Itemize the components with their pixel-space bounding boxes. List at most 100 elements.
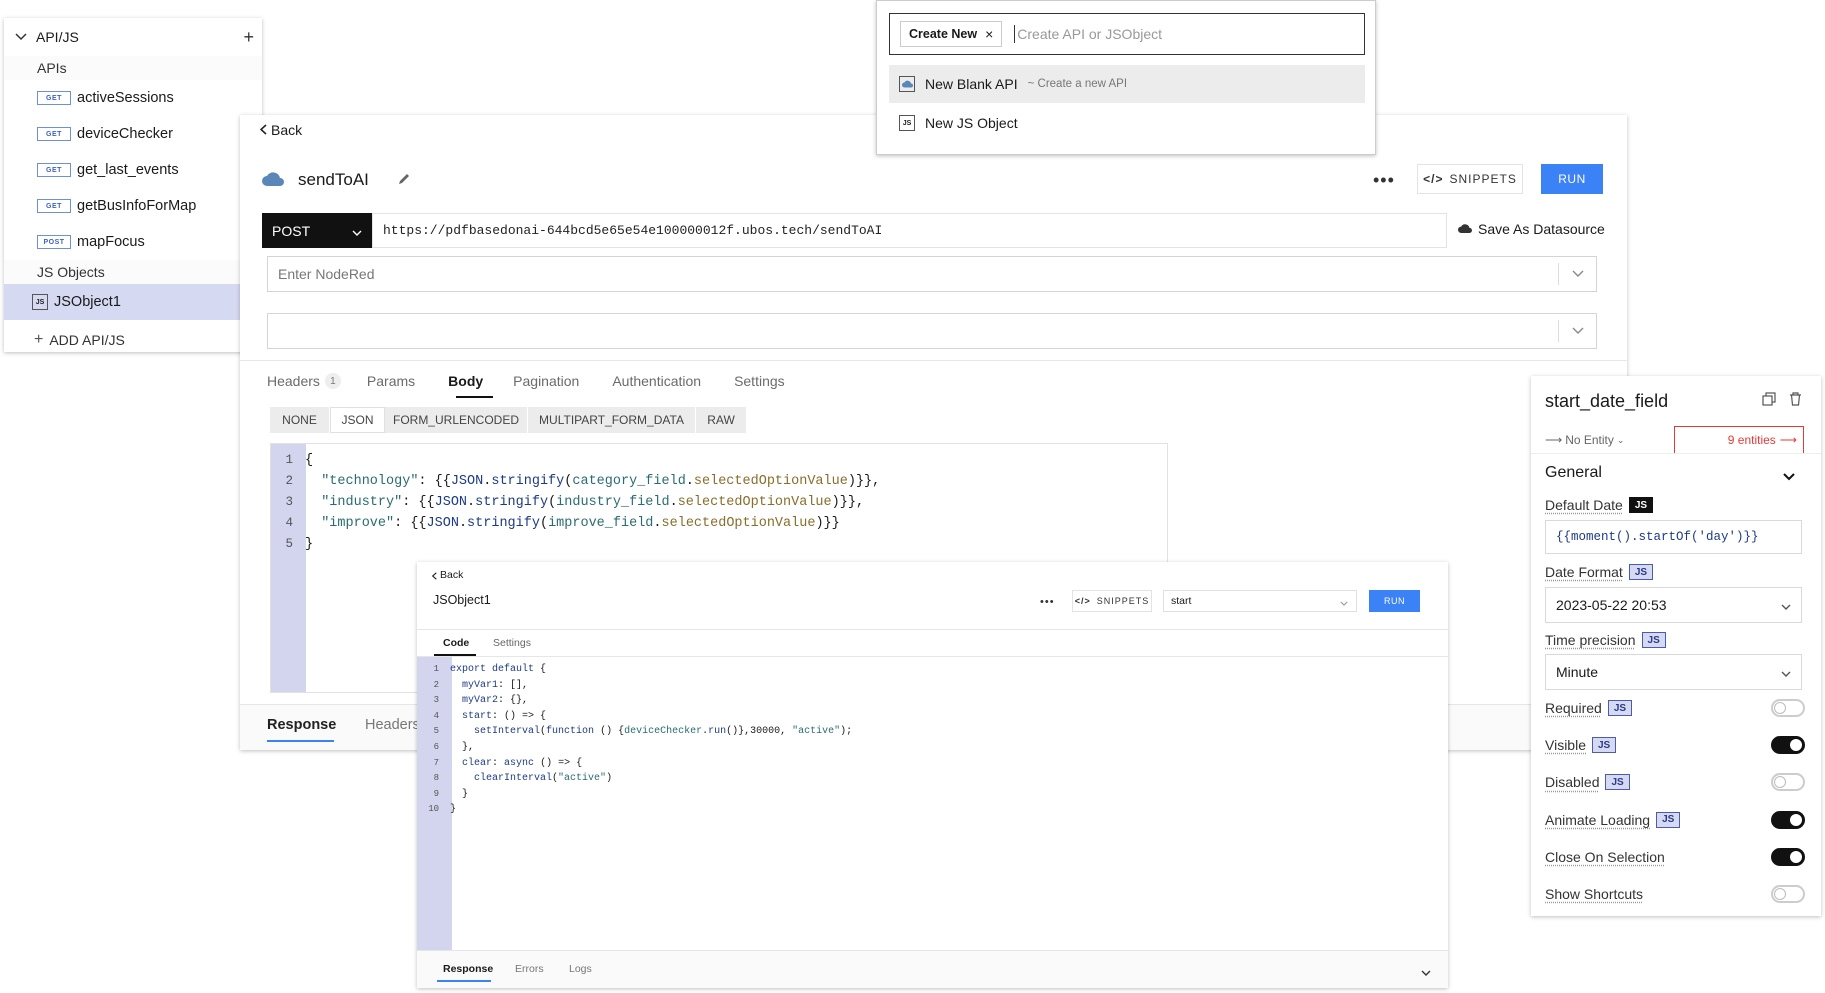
back-link[interactable]: Back — [431, 567, 463, 583]
toggle-switch[interactable] — [1771, 847, 1805, 866]
entity-selector[interactable]: ⟶ No Entity ⌄ — [1545, 433, 1624, 447]
snippets-button[interactable]: </> SNIPPETS — [1072, 590, 1152, 612]
tab-response-headers[interactable]: Headers — [365, 717, 420, 733]
tab-response[interactable]: Response — [443, 963, 493, 975]
body-type-form-urlencoded[interactable]: FORM_URLENCODED — [385, 407, 528, 433]
js-toggle[interactable]: JS — [1592, 737, 1617, 754]
code-line: 1 export default { — [417, 662, 852, 678]
http-method-badge: GET — [37, 127, 71, 141]
code-text: start: () => { — [462, 710, 547, 722]
toggle-switch[interactable] — [1771, 773, 1805, 792]
js-object-name[interactable]: JSObject1 — [433, 593, 491, 607]
js-code-editor[interactable]: 1 export default {2 myVar1: [], 3 myVar2: … — [417, 656, 1448, 950]
tab-response[interactable]: Response — [267, 717, 336, 733]
delete-icon[interactable] — [1789, 392, 1802, 409]
add-icon[interactable]: + — [243, 27, 254, 48]
sidebar-item-getBusInfoForMap[interactable]: GET getBusInfoForMap — [4, 188, 262, 224]
sidebar-item-get_last_events[interactable]: GET get_last_events — [4, 152, 262, 188]
code-line: 5 setInterval(function () {deviceChecker… — [417, 724, 853, 740]
option-new-js-object[interactable]: JS New JS Object — [889, 104, 1365, 142]
back-link[interactable]: Back — [259, 122, 303, 138]
snippets-button[interactable]: </> SNIPPETS — [1417, 164, 1523, 194]
js-toggle-default-date[interactable]: JS — [1628, 497, 1654, 513]
code-text: "technology": {{JSON.stringify(category_… — [321, 474, 881, 489]
tab-settings[interactable]: Settings — [493, 637, 531, 649]
tab-params[interactable]: Params — [367, 373, 415, 389]
code-text: setInterval(function () {deviceChecker.r… — [474, 726, 853, 738]
toggle-knob — [1774, 702, 1786, 714]
js-toggle-date-format[interactable]: JS — [1628, 564, 1654, 580]
sidebar-item-deviceChecker[interactable]: GET deviceChecker — [4, 116, 262, 152]
datasource-placeholder: Enter NodeRed — [278, 266, 375, 282]
toggle-switch[interactable] — [1771, 810, 1805, 829]
chevron-down-icon[interactable] — [1783, 468, 1795, 484]
js-toggle-time-precision[interactable]: JS — [1641, 632, 1666, 648]
js-toggle[interactable]: JS — [1605, 774, 1630, 791]
url-input[interactable]: https://pdfbasedonai-644bcd5e65e54e10000… — [372, 213, 1447, 248]
toggle-switch[interactable] — [1771, 736, 1805, 755]
chevron-down-icon[interactable] — [1421, 963, 1431, 979]
time-precision-label: Time precision — [1545, 632, 1636, 648]
body-type-none[interactable]: NONE — [270, 407, 330, 433]
option-new-blank-api[interactable]: New Blank API ~ Create a new API — [889, 65, 1365, 103]
toggle-switch[interactable] — [1771, 885, 1805, 903]
run-button[interactable]: RUN — [1541, 164, 1603, 194]
tab-body[interactable]: Body — [448, 373, 483, 389]
tab-errors[interactable]: Errors — [515, 963, 544, 975]
widget-name[interactable]: start_date_field — [1545, 391, 1668, 412]
create-search-input[interactable]: Create New × Create API or JSObject — [889, 13, 1365, 55]
date-format-select[interactable]: 2023-05-22 20:53 — [1545, 587, 1802, 623]
tab-code[interactable]: Code — [443, 637, 469, 649]
run-button[interactable]: RUN — [1369, 590, 1420, 612]
save-as-datasource-button[interactable]: Save As Datasource — [1458, 221, 1605, 237]
datasource-select[interactable]: Enter NodeRed — [267, 256, 1597, 292]
add-api-js-button[interactable]: + ADD API/JS — [4, 322, 262, 358]
tab-headers[interactable]: Headers 1 — [267, 373, 341, 389]
tab-pagination[interactable]: Pagination — [513, 373, 579, 389]
more-options-icon[interactable]: ••• — [1040, 596, 1055, 608]
method-select[interactable]: POST — [262, 213, 372, 248]
toggle-label-group: Required JS — [1545, 700, 1633, 716]
toggle-knob — [1790, 850, 1802, 863]
pencil-icon[interactable] — [397, 172, 411, 189]
date-format-label: Date Format — [1545, 564, 1623, 580]
code-text: "industry": {{JSON.stringify(industry_fi… — [321, 495, 865, 510]
body-type-raw[interactable]: RAW — [696, 407, 747, 433]
sidebar-item-JSObject1[interactable]: JS JSObject1 — [4, 284, 240, 320]
function-select[interactable]: start — [1163, 590, 1357, 612]
code-line: 9 } — [417, 787, 852, 803]
sidebar-item-mapFocus[interactable]: POST mapFocus — [4, 224, 262, 260]
divider — [417, 629, 1448, 630]
tab-headers-label: Headers — [267, 373, 320, 389]
more-options-icon[interactable]: ••• — [1373, 170, 1395, 191]
toggle-switch[interactable] — [1771, 699, 1805, 717]
code-line: 6 }, — [417, 740, 852, 756]
option-label: New JS Object — [925, 115, 1018, 131]
entities-link[interactable]: 9 entities ⟶ — [1674, 426, 1804, 453]
tab-authentication[interactable]: Authentication — [612, 373, 701, 389]
js-file-icon: JS — [32, 294, 48, 310]
tab-settings[interactable]: Settings — [734, 373, 785, 389]
body-type-multipart[interactable]: MULTIPART_FORM_DATA — [528, 407, 696, 433]
close-icon[interactable]: × — [985, 26, 993, 42]
api-name[interactable]: sendToAI — [298, 170, 369, 190]
back-label: Back — [271, 122, 303, 138]
body-type-json[interactable]: JSON — [330, 407, 385, 433]
section-general-title[interactable]: General — [1545, 464, 1602, 482]
secondary-select[interactable] — [267, 313, 1597, 349]
toggle-knob — [1774, 888, 1786, 900]
entity-label: No Entity — [1565, 433, 1614, 447]
time-precision-select[interactable]: Minute — [1545, 654, 1802, 690]
code-text: } — [305, 537, 314, 552]
chevron-down-icon — [1781, 664, 1791, 680]
js-toggle[interactable]: JS — [1656, 811, 1681, 828]
search-placeholder: Create API or JSObject — [1017, 26, 1163, 42]
js-toggle[interactable]: JS — [1607, 700, 1633, 716]
default-date-input[interactable]: {{moment().startOf('day')}} — [1545, 520, 1802, 554]
copy-icon[interactable] — [1762, 392, 1776, 409]
tab-logs[interactable]: Logs — [569, 963, 592, 975]
create-new-chip[interactable]: Create New × — [900, 21, 1003, 47]
chevron-down-icon[interactable] — [14, 33, 28, 41]
sidebar-item-activeSessions[interactable]: GET activeSessions — [4, 80, 262, 116]
function-select-value: start — [1171, 595, 1192, 607]
